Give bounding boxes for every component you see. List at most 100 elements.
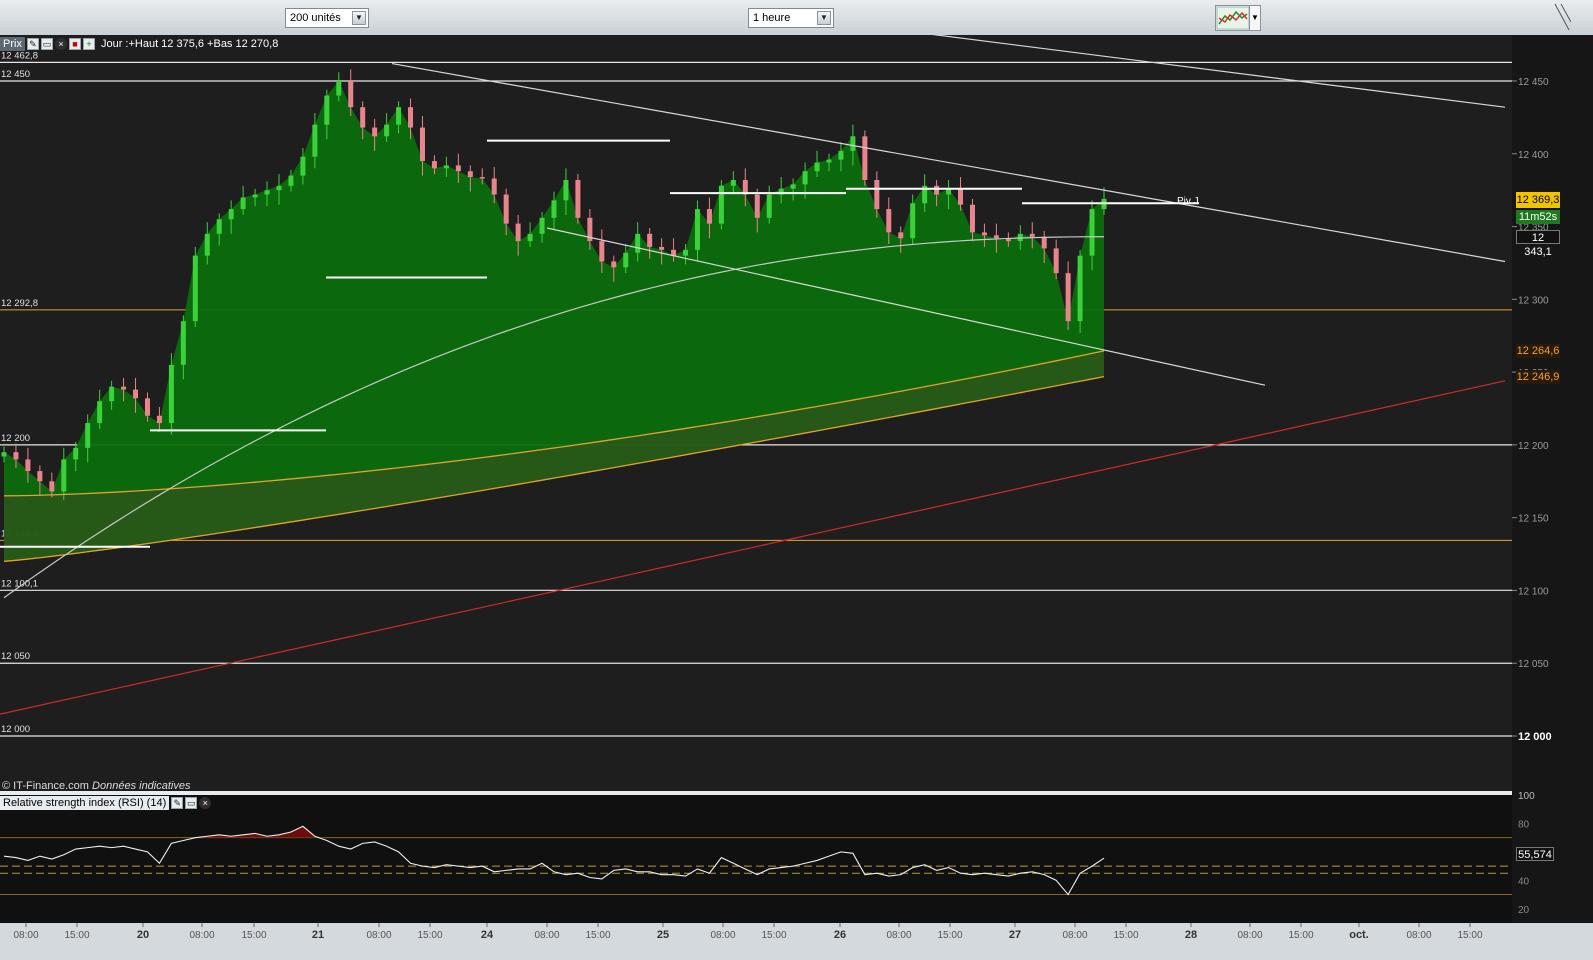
chart-type-button[interactable]: ▼	[1215, 5, 1261, 31]
y-tick-label: 12 150	[1518, 514, 1549, 525]
x-tick-label: 15:00	[761, 930, 786, 941]
x-tick-label: 08:00	[13, 930, 38, 941]
candle-body	[850, 136, 856, 151]
maximize-icon[interactable]: ▭	[185, 797, 198, 809]
period-select-value: 1 heure	[753, 12, 791, 24]
candle-body	[814, 162, 820, 172]
add-icon[interactable]: +	[82, 38, 95, 50]
candle-body	[659, 246, 665, 250]
candle-body	[252, 194, 258, 198]
x-tick-label: 08:00	[1062, 930, 1087, 941]
x-tick-label: 08:00	[189, 930, 214, 941]
candle-body	[13, 452, 19, 460]
wrench-icon[interactable]: ✎	[26, 38, 39, 50]
y-tick-label: 12 100	[1518, 586, 1549, 597]
candle-body	[623, 252, 629, 268]
countdown-box: 11m52s	[1516, 210, 1560, 224]
candle-body	[324, 95, 330, 125]
x-tick-label: 24	[481, 929, 494, 941]
candle-body	[312, 124, 318, 157]
close-icon[interactable]: ×	[54, 38, 67, 50]
candle-body	[372, 127, 378, 137]
price-chart[interactable]: 12 462,812 45012 292,812 20012 134,412 1…	[0, 35, 1593, 960]
candle-body	[694, 209, 700, 250]
candle-body	[467, 171, 473, 178]
candle-body	[276, 185, 282, 191]
candle-body	[396, 107, 402, 125]
candle-body	[958, 188, 964, 205]
candle-body	[109, 386, 115, 402]
candle-body	[575, 179, 581, 218]
candle-body	[1029, 233, 1035, 237]
x-tick-label: 27	[1009, 929, 1021, 941]
candle-body	[599, 241, 605, 262]
candle-body	[934, 185, 940, 195]
period-select[interactable]: 1 heure ▼	[748, 8, 834, 28]
candle-body	[790, 184, 796, 189]
chevron-down-icon[interactable]: ▼	[817, 11, 831, 25]
ma-slow1-box: 12 264,6	[1516, 344, 1560, 358]
units-select[interactable]: 200 unités ▼	[285, 8, 369, 28]
y-tick-label: 12 450	[1518, 77, 1549, 88]
candle-body	[360, 107, 366, 128]
candle-body	[563, 179, 569, 201]
candle-body	[144, 398, 150, 416]
candle-body	[192, 255, 198, 322]
panel-divider	[0, 791, 1512, 795]
candle-body	[802, 171, 808, 185]
candle-body	[49, 481, 55, 492]
candle-body	[288, 175, 294, 186]
pivot-label: Piv J	[1177, 196, 1199, 207]
candle-body	[300, 156, 306, 176]
resize-grip-icon[interactable]	[1553, 2, 1571, 32]
copyright-note: © IT-Finance.com Données indicatives	[2, 780, 190, 792]
rsi-value-box: 55,574	[1516, 847, 1554, 861]
rsi-tick-label: 20	[1518, 905, 1530, 916]
x-tick-label: 15:00	[417, 930, 442, 941]
candle-body	[611, 261, 617, 268]
y-tick-label: 12 200	[1518, 441, 1549, 452]
candle-body	[503, 194, 509, 224]
candle-body	[336, 81, 342, 96]
x-tick-label: oct.	[1349, 929, 1369, 941]
candle-body	[37, 471, 43, 482]
units-select-value: 200 unités	[290, 12, 341, 24]
candle-body	[730, 179, 736, 186]
horizontal-level-label: 12 292,8	[1, 298, 38, 309]
candle-body	[527, 233, 533, 242]
toolbar: 200 unités ▼ 1 heure ▼ ▼	[0, 0, 1593, 36]
candle-body	[61, 459, 67, 492]
horizontal-level-label: 12 450	[1, 69, 30, 80]
candle	[575, 174, 581, 224]
candle-body	[1053, 248, 1059, 274]
copyright-text: © IT-Finance.com	[2, 780, 89, 792]
horizontal-level-label: 12 100,1	[1, 578, 38, 589]
candle-body	[539, 217, 545, 234]
horizontal-level-label: 12 200	[1, 433, 30, 444]
x-tick-label: 15:00	[1457, 930, 1482, 941]
x-tick-label: 08:00	[534, 930, 559, 941]
candle-body	[862, 136, 868, 180]
candle-body	[419, 127, 425, 162]
candle-body	[754, 194, 760, 218]
remove-icon[interactable]: ■	[68, 38, 81, 50]
x-tick-label: 08:00	[886, 930, 911, 941]
candle-body	[384, 124, 390, 137]
candle-body	[121, 386, 127, 390]
chevron-down-icon[interactable]: ▼	[1249, 6, 1260, 30]
candle	[1077, 249, 1083, 333]
candle-body	[683, 249, 689, 256]
maximize-icon[interactable]: ▭	[40, 38, 53, 50]
chevron-down-icon[interactable]: ▼	[352, 11, 366, 25]
x-tick-label: 21	[312, 929, 324, 941]
x-tick-label: 08:00	[1406, 930, 1431, 941]
close-icon[interactable]: ×	[199, 797, 212, 809]
candle-body	[264, 190, 270, 195]
candle-body	[73, 447, 79, 460]
x-tick-label: 08:00	[1237, 930, 1262, 941]
current-price-box: 12 369,3	[1516, 192, 1560, 208]
rsi-tick-label: 100	[1518, 791, 1535, 802]
candle-body	[1089, 209, 1095, 256]
wrench-icon[interactable]: ✎	[171, 797, 184, 809]
candle	[168, 353, 174, 435]
